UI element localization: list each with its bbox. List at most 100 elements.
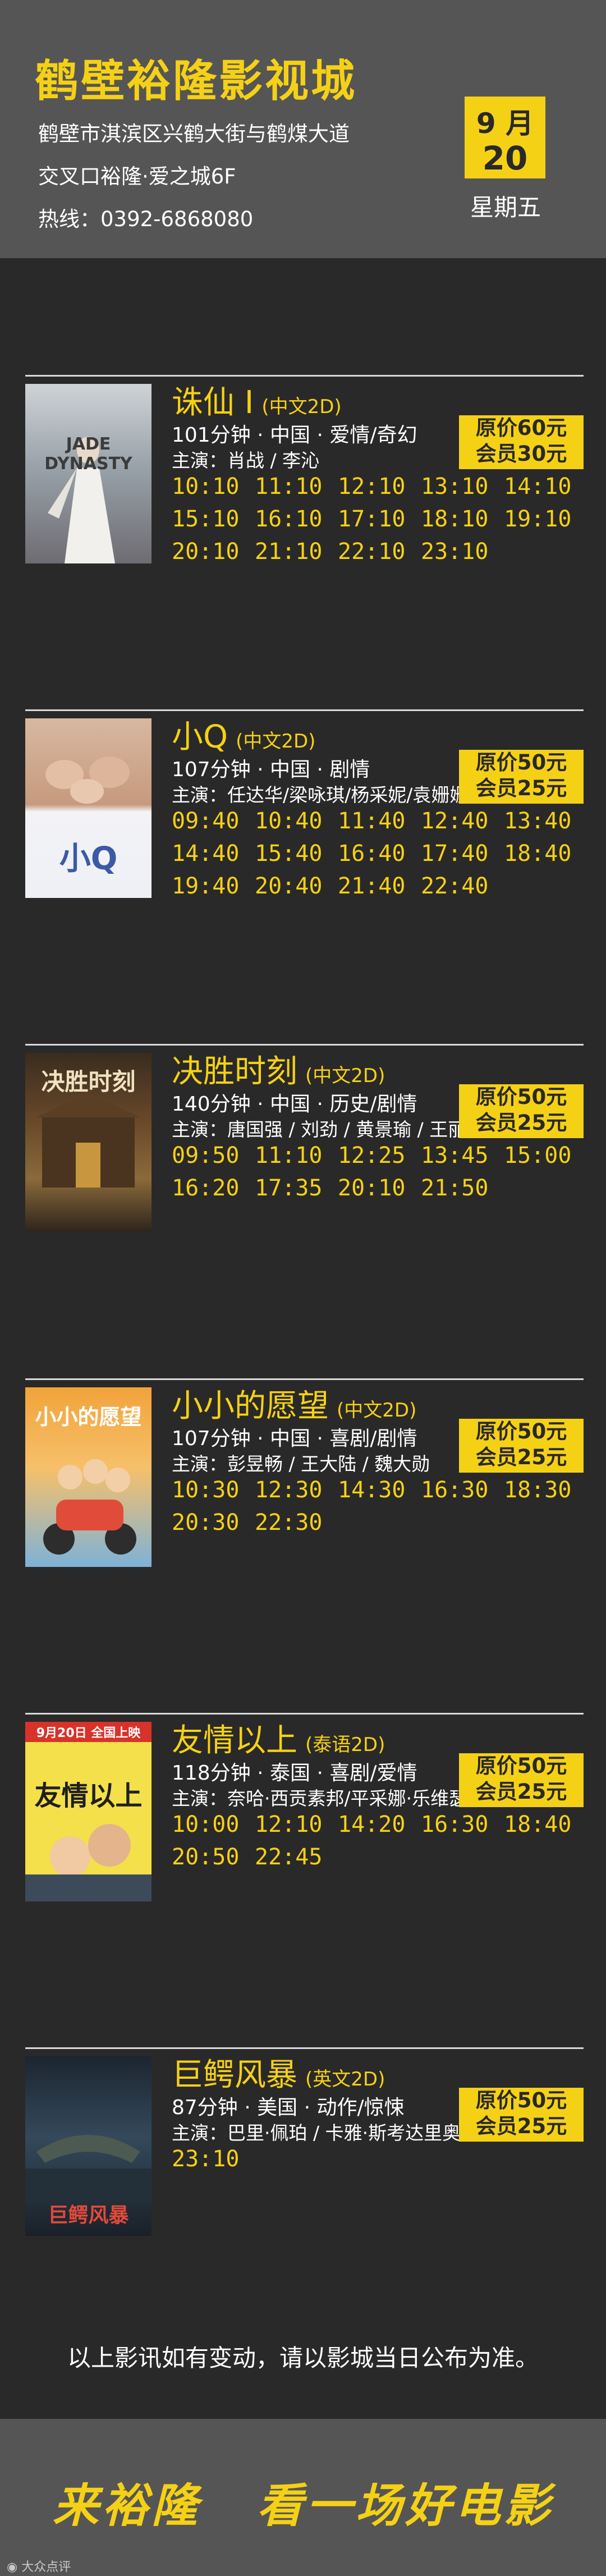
movie-language: (中文2D) [236, 730, 316, 753]
movie-name: 友情以上 [172, 1722, 297, 1759]
movie-poster[interactable]: 巨鳄风暴 [25, 2056, 152, 2236]
divider [25, 709, 584, 711]
slogan-left: 来裕隆 [53, 2479, 201, 2533]
price-member: 会员25元 [475, 1780, 567, 1804]
showtime[interactable]: 16:20 [172, 1175, 255, 1208]
showtime[interactable]: 22:30 [255, 1510, 338, 1542]
showtime[interactable]: 14:10 [504, 474, 587, 506]
price-member: 会员25元 [475, 2114, 567, 2138]
showtime[interactable]: 12:25 [338, 1143, 421, 1175]
showtime[interactable]: 15:00 [504, 1143, 587, 1175]
showtime[interactable]: 18:40 [504, 841, 587, 873]
hotline: 热线：0392-6868080 [38, 207, 254, 231]
movie-language: (中文2D) [305, 1065, 385, 1087]
showtime[interactable]: 18:10 [421, 506, 504, 539]
showtime[interactable]: 13:40 [504, 808, 587, 841]
showtime[interactable]: 23:10 [421, 539, 504, 571]
showtime[interactable]: 12:10 [255, 1812, 338, 1844]
price-member: 会员25元 [475, 1111, 567, 1135]
showtime[interactable]: 18:30 [504, 1477, 587, 1510]
showtime[interactable]: 17:35 [255, 1175, 338, 1208]
showtime[interactable]: 12:40 [421, 808, 504, 841]
date-badge: 9 月 20 [465, 97, 545, 178]
showtime[interactable]: 20:50 [172, 1844, 255, 1877]
address-line-1: 鹤壁市淇滨区兴鹤大街与鹤煤大道 [38, 122, 350, 146]
movie-item[interactable]: JADE DYNASTY 诛仙 I (中文2D) 101分钟 · 中国 · 爱情/… [0, 375, 606, 611]
price-original: 原价50元 [475, 1085, 567, 1109]
showtime[interactable]: 12:10 [338, 474, 421, 506]
showtime[interactable]: 10:10 [172, 474, 255, 506]
showtime[interactable]: 18:40 [504, 1812, 587, 1844]
figure-illustration [48, 437, 115, 563]
showtime[interactable]: 13:45 [421, 1143, 504, 1175]
movie-item[interactable]: 小Q 小Q (中文2D) 107分钟 · 中国 · 剧情 主演：任达华/梁咏琪/杨… [0, 709, 606, 945]
movie-language: (中文2D) [261, 396, 342, 418]
showtime[interactable]: 20:30 [172, 1510, 255, 1542]
movie-language: (泰语2D) [305, 1734, 385, 1756]
movie-poster[interactable]: JADE DYNASTY [25, 384, 152, 563]
movie-name: 小Q [172, 719, 228, 755]
movie-poster[interactable]: 9月20日 全国上映 友情以上 [25, 1722, 152, 1901]
showtime[interactable]: 11:10 [255, 1143, 338, 1175]
showtime[interactable]: 16:30 [421, 1812, 504, 1844]
showtime[interactable]: 11:40 [338, 808, 421, 841]
price-badge: 原价50元 会员25元 [459, 1419, 584, 1473]
movie-cast: 主演：巴里·佩珀 / 卡雅·斯考达里奥 [172, 2122, 461, 2144]
header: 鹤壁裕隆影视城 鹤壁市淇滨区兴鹤大街与鹤煤大道 交叉口裕隆·爱之城6F 热线：0… [0, 0, 606, 258]
footer: 来裕隆 看一场好电影 ◉ 大众点评 [0, 2419, 606, 2576]
cinema-name: 鹤壁裕隆影视城 [35, 56, 357, 107]
showtimes: 10:30 12:30 14:30 16:30 18:30 20:30 22:30 [172, 1477, 587, 1542]
showtime[interactable]: 21:40 [338, 873, 421, 906]
poster-title: 决胜时刻 [41, 1068, 136, 1096]
divider [25, 1713, 584, 1715]
showtime[interactable]: 22:40 [421, 873, 504, 906]
showtime[interactable]: 15:40 [255, 841, 338, 873]
showtime[interactable]: 19:10 [504, 506, 587, 539]
showtime[interactable]: 14:30 [338, 1477, 421, 1510]
movie-language: (中文2D) [337, 1399, 417, 1422]
showtime[interactable]: 17:40 [421, 841, 504, 873]
showtime[interactable]: 22:45 [255, 1844, 338, 1877]
showtime[interactable]: 14:40 [172, 841, 255, 873]
showtime[interactable]: 11:10 [255, 474, 338, 506]
showtime[interactable]: 13:10 [421, 474, 504, 506]
price-original: 原价50元 [475, 1419, 567, 1443]
showtime[interactable]: 10:30 [172, 1477, 255, 1510]
showtime[interactable]: 09:50 [172, 1143, 255, 1175]
showtime[interactable]: 10:40 [255, 808, 338, 841]
movie-language: (英文2D) [305, 2068, 385, 2091]
showtimes: 10:10 11:10 12:10 13:10 14:10 15:10 16:10 17:10… [172, 474, 587, 571]
showtime[interactable]: 19:40 [172, 873, 255, 906]
showtime[interactable]: 16:30 [421, 1477, 504, 1510]
showtime[interactable]: 23:10 [172, 2146, 255, 2179]
movie-item[interactable]: 巨鳄风暴 巨鳄风暴 (英文2D) 87分钟 · 美国 · 动作/惊悚 主演：巴里·… [0, 2047, 606, 2283]
showtime[interactable]: 10:00 [172, 1812, 255, 1844]
movie-item[interactable]: 9月20日 全国上映 友情以上 友情以上 (泰语2D) 118分钟 · 泰国 · … [0, 1713, 606, 1949]
showtime[interactable]: 21:10 [255, 539, 338, 571]
showtime[interactable]: 09:40 [172, 808, 255, 841]
showtime[interactable]: 16:10 [255, 506, 338, 539]
showtime[interactable]: 21:50 [421, 1175, 504, 1208]
date-month: 9 月 [476, 107, 534, 140]
movie-poster[interactable]: 决胜时刻 [25, 1053, 152, 1232]
movie-info: 101分钟 · 中国 · 爱情/奇幻 [172, 424, 417, 447]
showtime[interactable]: 12:30 [255, 1477, 338, 1510]
showtime[interactable]: 20:10 [338, 1175, 421, 1208]
showtime[interactable]: 22:10 [338, 539, 421, 571]
showtime[interactable]: 17:10 [338, 506, 421, 539]
price-member: 会员30元 [475, 442, 567, 466]
poster-title: 巨鳄风暴 [48, 2204, 129, 2227]
divider [25, 1378, 584, 1380]
divider [25, 375, 584, 377]
movie-title: 友情以上 (泰语2D) [172, 1715, 385, 1761]
movie-poster[interactable]: 小小的愿望 [25, 1387, 152, 1567]
showtime[interactable]: 15:10 [172, 506, 255, 539]
movie-item[interactable]: 小小的愿望 小小的愿望 (中文2D) 107分钟 · 中国 · 喜剧/剧情 主演：… [0, 1378, 606, 1614]
movie-info: 87分钟 · 美国 · 动作/惊悚 [172, 2096, 405, 2119]
movie-item[interactable]: 决胜时刻 决胜时刻 (中文2D) 140分钟 · 中国 · 历史/剧情 主演：唐国… [0, 1044, 606, 1280]
showtime[interactable]: 16:40 [338, 841, 421, 873]
showtime[interactable]: 14:20 [338, 1812, 421, 1844]
showtime[interactable]: 20:40 [255, 873, 338, 906]
showtime[interactable]: 20:10 [172, 539, 255, 571]
movie-poster[interactable]: 小Q [25, 718, 152, 898]
